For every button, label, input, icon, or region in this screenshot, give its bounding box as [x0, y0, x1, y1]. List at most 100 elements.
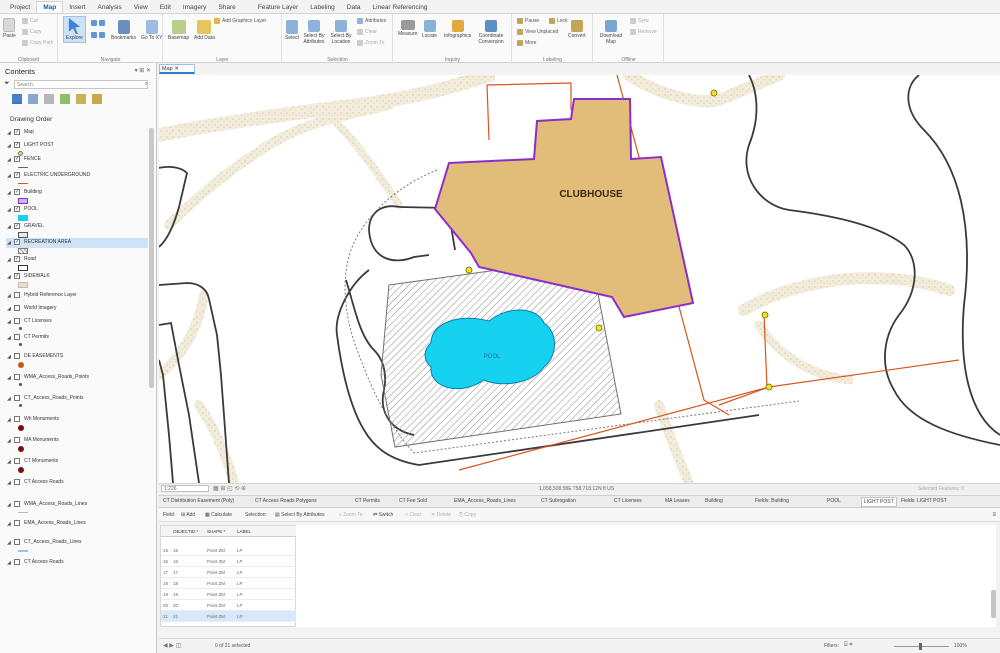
attribute-tab[interactable]: CT Permits — [355, 498, 380, 504]
select-by-attributes-button[interactable]: Select By Attributes — [301, 20, 327, 45]
bookmarks-button[interactable]: Bookmarks — [111, 20, 136, 41]
cell-objectid[interactable]: 21 — [173, 614, 178, 619]
go-to-xy-button[interactable]: Go To XY — [141, 20, 162, 41]
layer-visibility-checkbox[interactable]: ✓ — [14, 142, 20, 148]
expand-arrow-icon[interactable]: ◢ — [7, 306, 11, 312]
convert-button[interactable]: Convert — [568, 20, 586, 39]
layer-item[interactable]: ◢ ✓ FENCE — [6, 155, 148, 165]
cell-shape[interactable]: Point ZM — [207, 548, 225, 553]
expand-arrow-icon[interactable]: ◢ — [7, 274, 11, 280]
cell-label[interactable]: LP — [237, 592, 243, 597]
tab-view[interactable]: View — [128, 2, 154, 13]
cell-label[interactable]: LP — [237, 559, 243, 564]
expand-arrow-icon[interactable]: ◢ — [7, 459, 11, 465]
filter-icon[interactable]: ⏷ — [4, 80, 10, 88]
basemap-button[interactable]: Basemap — [168, 20, 189, 41]
infographics-button[interactable]: Infographics — [444, 20, 471, 39]
expand-arrow-icon[interactable]: ◢ — [7, 190, 11, 196]
layer-item[interactable]: ◢ ✓ RECREATION AREA — [6, 238, 148, 248]
tab-edit[interactable]: Edit — [154, 2, 177, 13]
cell-label[interactable]: LP — [237, 548, 243, 553]
attribute-tab[interactable]: CT Subrogation — [541, 498, 576, 504]
add-graphics-layer-button[interactable]: Add Graphics Layer — [214, 18, 266, 24]
table-row[interactable]: 18 18 Point ZM LP — [161, 578, 297, 589]
pane-controls[interactable]: ▾ ⊞ ✕ — [135, 67, 151, 74]
expand-arrow-icon[interactable]: ◢ — [7, 130, 11, 136]
remove-offline-button[interactable]: Remove — [630, 29, 657, 35]
table-row[interactable]: 16 16 Point ZM LP — [161, 556, 297, 567]
locate-button[interactable]: Locate — [422, 20, 437, 39]
cell-objectid[interactable]: 15 — [173, 548, 178, 553]
layer-visibility-checkbox[interactable] — [14, 334, 20, 340]
expand-arrow-icon[interactable]: ◢ — [7, 396, 11, 402]
expand-arrow-icon[interactable]: ◢ — [7, 224, 11, 230]
layer-visibility-checkbox[interactable]: ✓ — [14, 256, 20, 262]
expand-arrow-icon[interactable]: ◢ — [7, 157, 11, 163]
layer-item[interactable]: ◢ Hybrid Reference Layer — [6, 291, 148, 301]
attribute-tab[interactable]: POOL — [827, 498, 841, 504]
expand-arrow-icon[interactable]: ◢ — [7, 375, 11, 381]
cell-shape[interactable]: Point ZM — [207, 603, 225, 608]
sync-button[interactable]: Sync — [630, 18, 649, 24]
expand-arrow-icon[interactable]: ◢ — [7, 480, 11, 486]
add-data-button[interactable]: Add Data — [194, 20, 215, 41]
list-by-labeling-icon[interactable] — [92, 94, 102, 104]
layer-item[interactable]: ◢ CT_Access_Roads_Points — [6, 394, 148, 404]
cell-shape[interactable]: Point ZM — [207, 570, 225, 575]
attribute-tab[interactable]: Fields: LIGHT POST — [901, 498, 947, 504]
list-by-snapping-icon[interactable] — [76, 94, 86, 104]
tab-map[interactable]: Map — [36, 1, 64, 13]
map-view[interactable]: POOL CLUBHOUSE — [159, 75, 1000, 483]
layer-visibility-checkbox[interactable]: ✓ — [14, 223, 20, 229]
contents-scrollbar[interactable] — [149, 128, 154, 388]
layer-item[interactable]: ◢ DE EASEMENTS — [6, 352, 148, 362]
expand-arrow-icon[interactable]: ◢ — [7, 560, 11, 566]
measure-button[interactable]: Measure — [398, 20, 417, 37]
layer-visibility-checkbox[interactable] — [14, 501, 20, 507]
switch-selection-button[interactable]: ⇄ Switch — [373, 512, 393, 518]
paste-button[interactable]: Paste — [3, 18, 16, 39]
layer-visibility-checkbox[interactable]: ✓ — [14, 129, 20, 135]
layer-visibility-checkbox[interactable]: ✓ — [14, 189, 20, 195]
layer-item[interactable]: ◢ WMA_Access_Roads_Points — [6, 373, 148, 383]
table-row[interactable]: 21 21 Point ZM LP — [161, 611, 297, 622]
cell-objectid[interactable]: 20 — [173, 603, 178, 608]
cell-shape[interactable]: Point ZM — [207, 581, 225, 586]
expand-arrow-icon[interactable]: ◢ — [7, 502, 11, 508]
tab-data[interactable]: Data — [341, 2, 367, 13]
layer-item[interactable]: ◢ CT Monuments — [6, 457, 148, 467]
clear-selection-button[interactable]: Clear — [357, 29, 377, 35]
column-objectid[interactable]: OBJECTID * — [173, 529, 198, 534]
layer-visibility-checkbox[interactable] — [14, 520, 20, 526]
layer-item[interactable]: ◢ CT Permits — [6, 333, 148, 343]
attribute-tab[interactable]: CT Distribution Easement (Poly) — [163, 498, 234, 504]
expand-arrow-icon[interactable]: ◢ — [7, 335, 11, 341]
expand-arrow-icon[interactable]: ◢ — [7, 521, 11, 527]
copy-button[interactable]: Copy — [22, 29, 42, 35]
expand-arrow-icon[interactable]: ◢ — [7, 240, 11, 246]
layer-item[interactable]: ◢ ✓ SIDEWALK — [6, 272, 148, 282]
layer-visibility-checkbox[interactable] — [14, 539, 20, 545]
delete-rows-button[interactable]: ✕ Delete — [431, 512, 451, 518]
tab-feature-layer[interactable]: Feature Layer — [252, 2, 304, 13]
table-nav-icons[interactable]: ◀ ▶ ◫ — [163, 642, 181, 649]
layer-visibility-checkbox[interactable]: ✓ — [14, 239, 20, 245]
layer-visibility-checkbox[interactable] — [14, 416, 20, 422]
expand-arrow-icon[interactable]: ◢ — [7, 143, 11, 149]
layer-item[interactable]: ◢ Wh Monuments — [6, 415, 148, 425]
cell-label[interactable]: LP — [237, 570, 243, 575]
layer-visibility-checkbox[interactable] — [14, 479, 20, 485]
layer-visibility-checkbox[interactable]: ✓ — [14, 172, 20, 178]
attribute-tab[interactable]: Fields: Building — [755, 498, 789, 504]
expand-arrow-icon[interactable]: ◢ — [7, 354, 11, 360]
zoom-to-selection-button[interactable]: Zoom To — [357, 40, 384, 46]
layer-visibility-checkbox[interactable]: ✓ — [14, 273, 20, 279]
lock-labeling-button[interactable]: Lock — [549, 18, 568, 24]
download-map-button[interactable]: Download Map — [596, 20, 626, 45]
expand-arrow-icon[interactable]: ◢ — [7, 319, 11, 325]
pause-labeling-button[interactable]: Pause — [517, 18, 539, 24]
table-zoom-knob[interactable] — [919, 643, 922, 650]
layer-item[interactable]: ◢ ✓ ELECTRIC UNDERGROUND — [6, 171, 148, 181]
cut-button[interactable]: Cut — [22, 18, 38, 24]
expand-arrow-icon[interactable]: ◢ — [7, 540, 11, 546]
